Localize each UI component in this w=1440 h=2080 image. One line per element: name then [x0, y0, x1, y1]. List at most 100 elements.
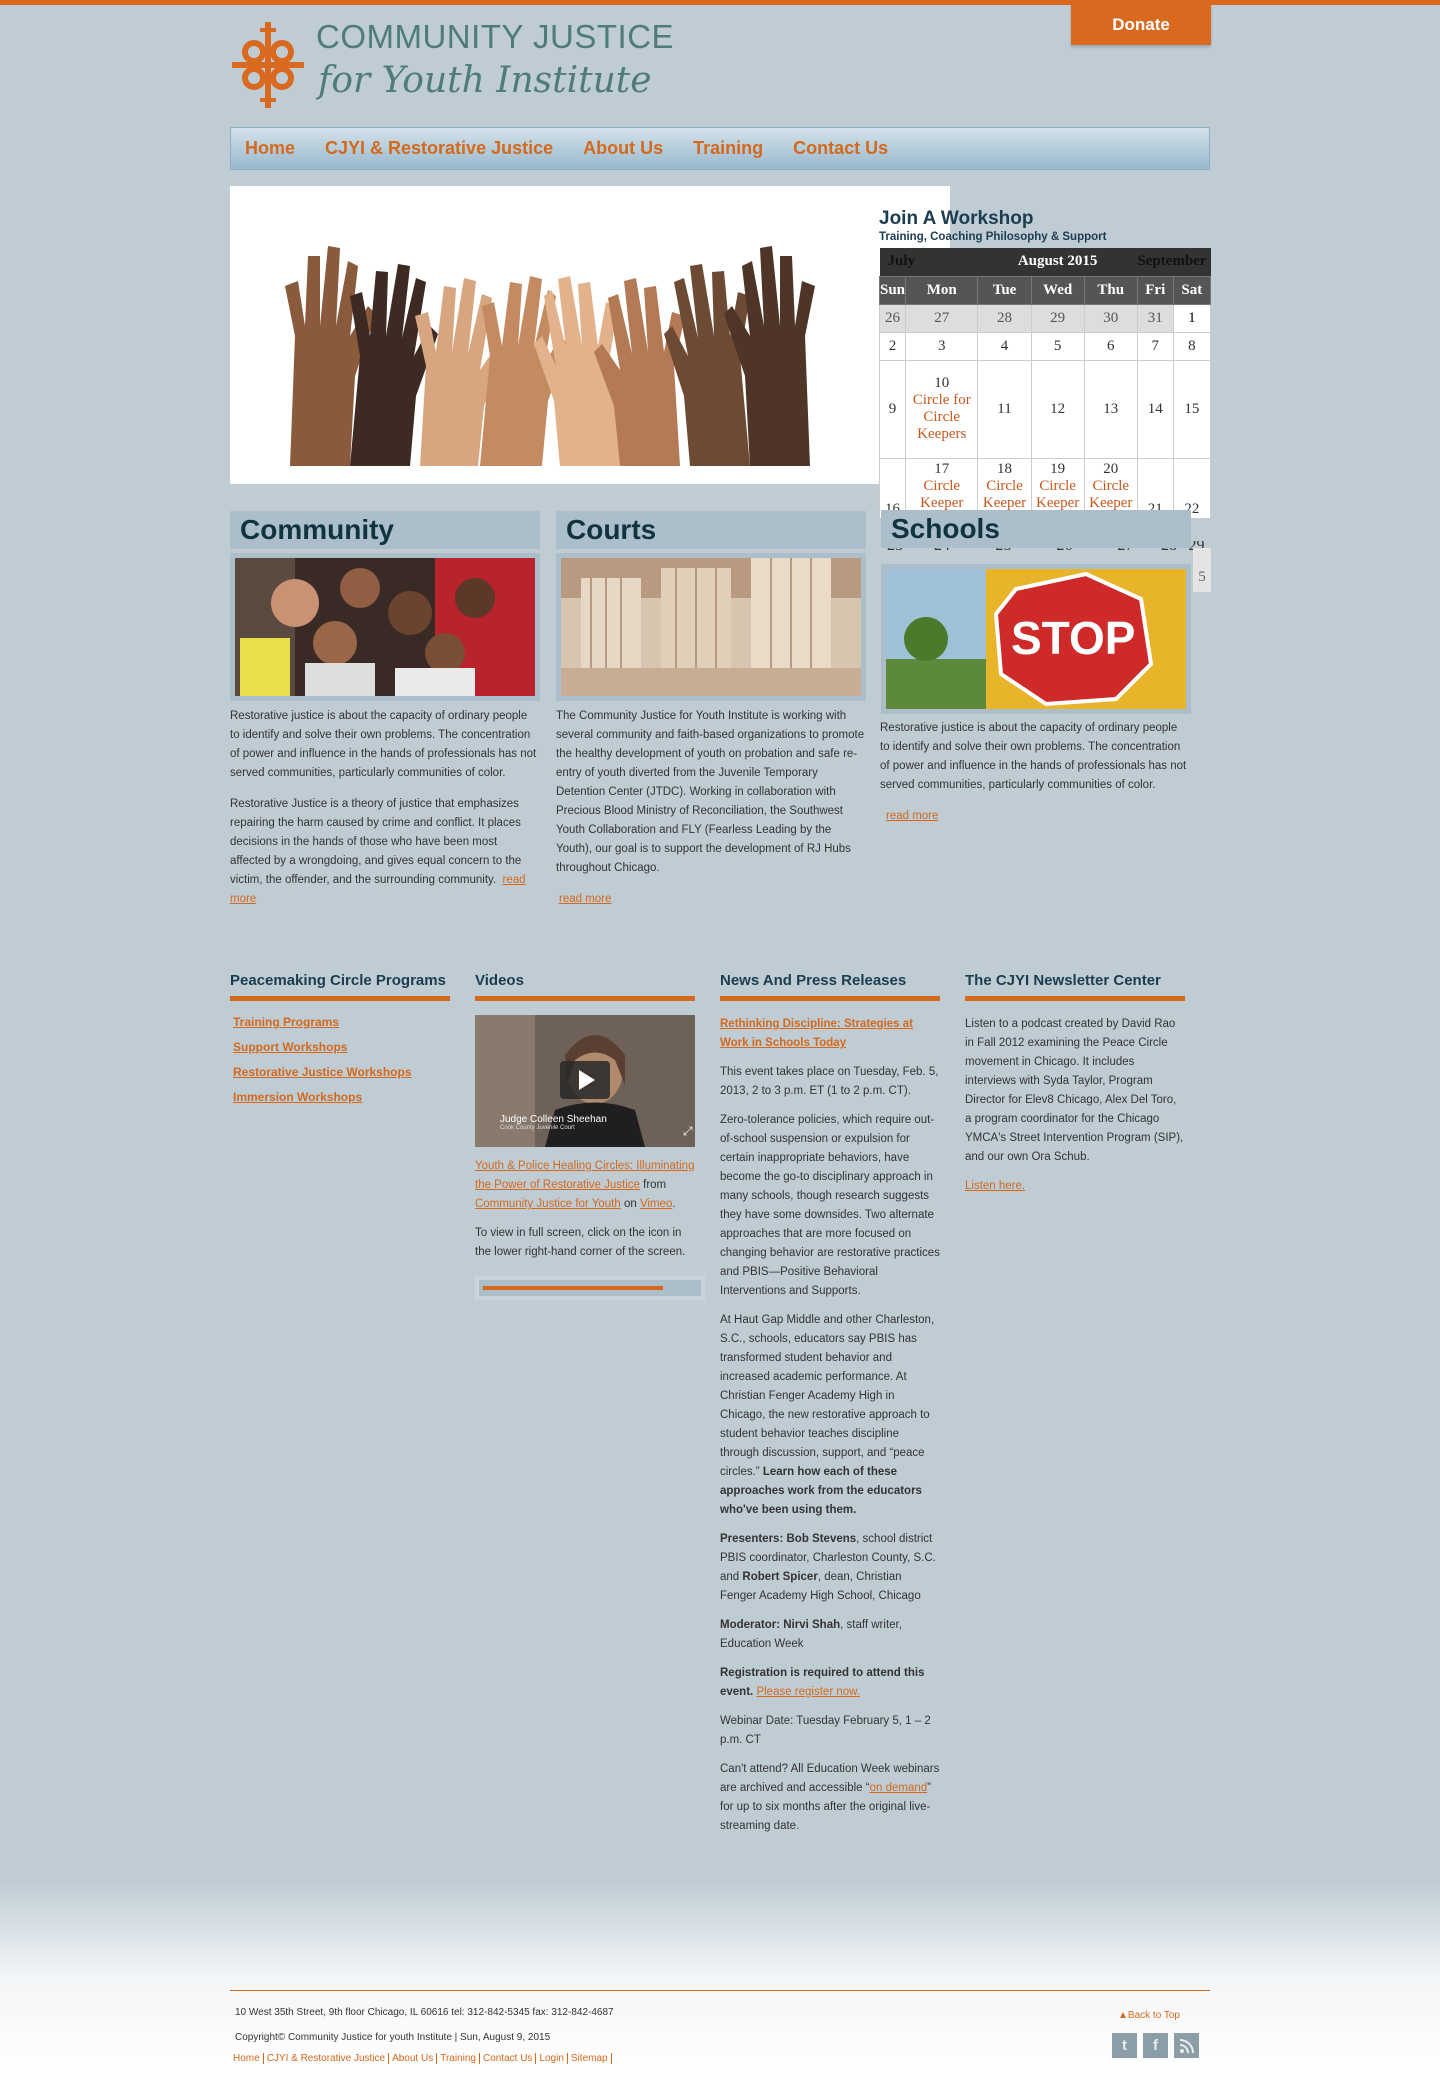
footer-link-training[interactable]: Training: [437, 2053, 480, 2064]
top-accent-bar: [0, 0, 1440, 5]
nav-cjyi-restorative-justice[interactable]: CJYI & Restorative Justice: [325, 138, 553, 159]
courts-text: The Community Justice for Youth Institut…: [556, 707, 866, 921]
cal-day-header: Wed: [1030, 275, 1085, 305]
footer-link-about[interactable]: About Us: [389, 2053, 438, 2064]
cal-prev-month[interactable]: July: [879, 248, 978, 276]
presenter-name: Bob Stevens: [786, 1533, 857, 1545]
workshop-title: Join A Workshop: [879, 208, 1034, 229]
news-column: News And Press Releases Rethinking Disci…: [720, 972, 940, 1846]
cal-date: 1: [1172, 303, 1211, 333]
news-paragraph: Zero-tolerance policies, which require o…: [720, 1114, 940, 1297]
news-headline-link[interactable]: Rethinking Discipline: Strategies at Wor…: [720, 1018, 913, 1049]
on-demand-link[interactable]: on demand: [870, 1782, 928, 1794]
cal-date: 16: [879, 457, 907, 518]
logo-subtitle: for Youth Institute: [318, 60, 652, 101]
support-workshops-link[interactable]: Support Workshops: [233, 1040, 450, 1054]
schools-read-more-link[interactable]: read more: [886, 810, 938, 822]
cal-day-header: Fri: [1136, 275, 1174, 305]
cal-date: 2: [879, 331, 907, 361]
fullscreen-icon[interactable]: ⤢: [683, 1124, 693, 1139]
immersion-workshops-link[interactable]: Immersion Workshops: [233, 1090, 450, 1104]
back-to-top-link[interactable]: ▲Back to Top: [1118, 2010, 1180, 2021]
listen-here-link[interactable]: Listen here.: [965, 1180, 1025, 1192]
cal-date-number: 17: [934, 460, 950, 477]
cal-date: 12: [1030, 359, 1085, 459]
newsletter-column: The CJYI Newsletter Center Listen to a p…: [965, 972, 1185, 1206]
nav-home[interactable]: Home: [245, 138, 295, 159]
courts-read-more-link[interactable]: read more: [559, 893, 611, 905]
cal-event-link[interactable]: Circle Keeper: [1032, 478, 1084, 512]
courts-more: read more: [556, 890, 866, 909]
moderator-label: Moderator: Nirvi Shah: [720, 1619, 841, 1631]
cal-day-header: Mon: [905, 275, 979, 305]
programs-heading: Peacemaking Circle Programs: [230, 972, 450, 1001]
cal-event-link[interactable]: Circle Keeper: [906, 478, 977, 512]
cal-day-header: Sun: [879, 275, 907, 305]
courts-paragraph: The Community Justice for Youth Institut…: [556, 710, 865, 874]
cal-date: 6: [1083, 331, 1138, 361]
video-org-link[interactable]: Community Justice for Youth: [475, 1198, 621, 1210]
cal-date: 21: [1136, 457, 1174, 518]
video-player[interactable]: Judge Colleen Sheehan Cook County Juveni…: [475, 1015, 695, 1147]
vimeo-link[interactable]: Vimeo: [640, 1198, 672, 1210]
cal-event-link[interactable]: Circle for Circle Keepers: [906, 392, 977, 443]
training-programs-link[interactable]: Training Programs: [233, 1015, 450, 1029]
cal-date: 3: [905, 331, 979, 361]
footer-link-home[interactable]: Home: [233, 2053, 264, 2064]
news-heading: News And Press Releases: [720, 972, 940, 1001]
programs-list: Training Programs Support Workshops Rest…: [230, 1015, 450, 1104]
news-registration: Registration is required to attend this …: [720, 1664, 940, 1702]
cal-date: 31: [1136, 303, 1174, 333]
community-image: [230, 553, 540, 701]
cal-date: 9: [879, 359, 907, 459]
raised-hands-image: [250, 186, 850, 466]
twitter-icon[interactable]: t: [1112, 2033, 1137, 2058]
cal-next-month[interactable]: September: [1137, 248, 1211, 276]
cal-date: 13: [1083, 359, 1138, 459]
footer-link-login[interactable]: Login: [536, 2053, 568, 2064]
event-calendar: July August 2015 September Sun Mon Tue W…: [879, 248, 1211, 518]
nav-contact-us[interactable]: Contact Us: [793, 138, 888, 159]
video-progress-bar: [475, 1276, 705, 1300]
cal-event-link[interactable]: Circle Keeper: [978, 478, 1030, 512]
cal-date: 5: [1030, 331, 1085, 361]
donate-button[interactable]: Donate: [1071, 5, 1211, 45]
schools-photo: STOP: [886, 569, 1186, 709]
presenters-label: Presenters:: [720, 1533, 784, 1545]
up-arrow-icon: ▲: [1118, 2010, 1128, 2021]
nav-training[interactable]: Training: [693, 138, 763, 159]
logo-mark-icon: [232, 22, 304, 108]
register-link[interactable]: Please register now.: [756, 1686, 860, 1698]
facebook-icon[interactable]: f: [1143, 2033, 1168, 2058]
news-presenters: Presenters: Bob Stevens, school district…: [720, 1530, 940, 1606]
cal-event-link[interactable]: Circle Keeper: [1085, 478, 1137, 512]
rj-workshops-link[interactable]: Restorative Justice Workshops: [233, 1065, 450, 1079]
schools-text: Restorative justice is about the capacit…: [880, 719, 1190, 838]
schools-more: read more: [880, 807, 1190, 826]
videos-heading: Videos: [475, 972, 695, 1001]
main-nav: Home CJYI & Restorative Justice About Us…: [230, 127, 1210, 170]
programs-column: Peacemaking Circle Programs Training Pro…: [230, 972, 450, 1115]
cal-day-header: Thu: [1083, 275, 1138, 305]
footer-link-sitemap[interactable]: Sitemap: [568, 2053, 612, 2064]
footer-nav: Home CJYI & Restorative Justice About Us…: [233, 2053, 612, 2064]
cal-date-number: 10: [934, 375, 950, 391]
play-icon[interactable]: [560, 1061, 610, 1099]
cal-date: 30: [1083, 303, 1138, 333]
news-archive-note: Can't attend? All Education Week webinar…: [720, 1760, 940, 1836]
video-from: from: [643, 1179, 667, 1191]
calendar-overflow-cell: 5: [1193, 548, 1211, 592]
videos-column: Videos Judge Colleen Sheehan Cook County…: [475, 972, 707, 1300]
schools-image: STOP: [881, 564, 1191, 714]
workshop-subtitle: Training, Coaching Philosophy & Support: [879, 231, 1107, 243]
footer-link-contact[interactable]: Contact Us: [480, 2053, 537, 2064]
cal-date: 29: [1030, 303, 1085, 333]
rss-icon[interactable]: [1174, 2033, 1199, 2058]
cal-date: 14: [1136, 359, 1174, 459]
nav-about-us[interactable]: About Us: [583, 138, 663, 159]
footer-link-cjyi[interactable]: CJYI & Restorative Justice: [264, 2053, 390, 2064]
cal-date-with-event: 17 Circle Keeper: [905, 457, 979, 518]
cal-date: 27: [905, 303, 979, 333]
news-moderator: Moderator: Nirvi Shah, staff writer, Edu…: [720, 1616, 940, 1654]
site-logo[interactable]: COMMUNITY JUSTICE for Youth Institute: [232, 18, 674, 113]
